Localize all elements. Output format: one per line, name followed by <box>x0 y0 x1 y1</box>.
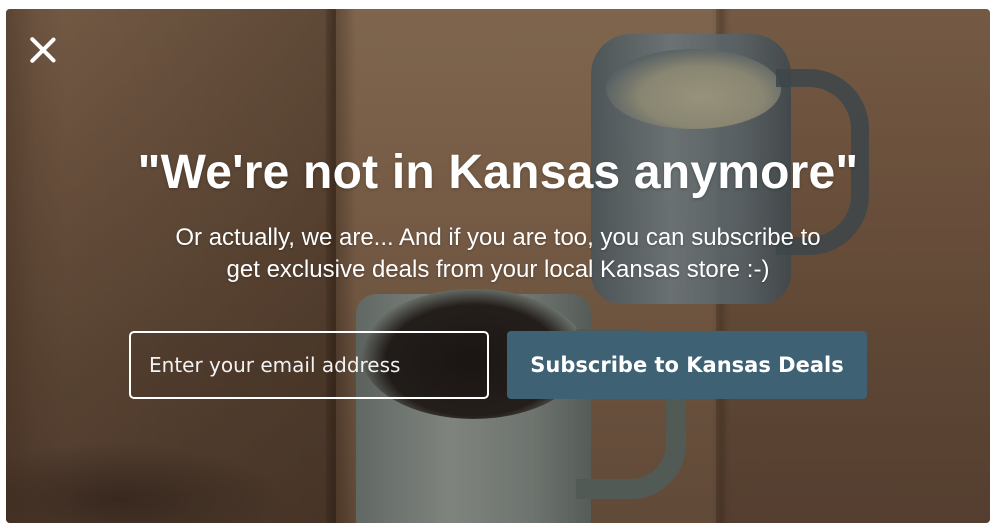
subscribe-button[interactable]: Subscribe to Kansas Deals <box>507 331 867 399</box>
close-icon[interactable] <box>28 35 58 65</box>
popup-headline: "We're not in Kansas anymore" <box>137 146 859 199</box>
subscribe-form: Subscribe to Kansas Deals <box>129 331 869 399</box>
email-input[interactable] <box>129 331 489 399</box>
popup-subtext: Or actually, we are... And if you are to… <box>116 222 880 286</box>
subscribe-popup: "We're not in Kansas anymore" Or actuall… <box>6 9 990 523</box>
subtext-line-1: Or actually, we are... And if you are to… <box>175 224 821 251</box>
subtext-line-2: get exclusive deals from your local Kans… <box>226 256 770 283</box>
popup-content: "We're not in Kansas anymore" Or actuall… <box>6 9 990 523</box>
